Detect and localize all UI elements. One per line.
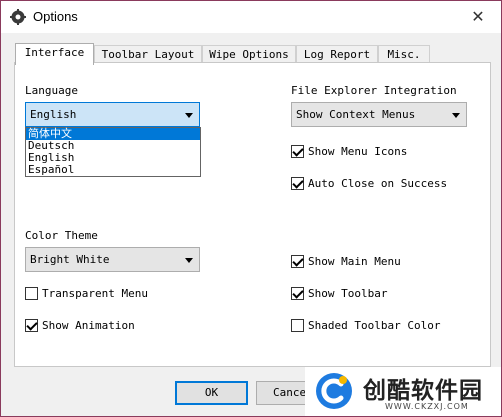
show-main-menu-checkbox[interactable]: Show Main Menu [291, 255, 401, 268]
shaded-toolbar-checkbox[interactable]: Shaded Toolbar Color [291, 319, 440, 332]
checkbox-box[interactable] [291, 319, 304, 332]
language-label: Language [25, 84, 78, 97]
checkbox-box[interactable] [291, 177, 304, 190]
shaded-toolbar-label: Shaded Toolbar Color [308, 319, 441, 332]
language-option[interactable]: Español [26, 164, 200, 176]
show-toolbar-checkbox[interactable]: Show Toolbar [291, 287, 387, 300]
window-title: Options [33, 9, 78, 24]
tab-interface[interactable]: Interface [15, 43, 94, 65]
chevron-down-icon [185, 258, 193, 263]
context-menu-value: Show Context Menus [296, 108, 416, 121]
watermark: 创酷软件园 WWW.CKZXJ.COM [305, 367, 501, 416]
ok-button[interactable]: OK [175, 381, 248, 405]
close-button[interactable]: ✕ [455, 1, 501, 33]
transparent-menu-checkbox[interactable]: Transparent Menu [25, 287, 148, 300]
watermark-brand: 创酷软件园 [363, 378, 483, 404]
watermark-url: WWW.CKZXJ.COM [385, 402, 469, 411]
auto-close-label: Auto Close on Success [308, 177, 448, 190]
checkbox-box[interactable] [25, 319, 38, 332]
context-menu-select[interactable]: Show Context Menus [291, 102, 467, 127]
show-animation-label: Show Animation [42, 319, 135, 332]
checkbox-box[interactable] [291, 287, 304, 300]
show-menu-icons-label: Show Menu Icons [308, 145, 408, 158]
checkbox-box[interactable] [25, 287, 38, 300]
checkbox-box[interactable] [291, 255, 304, 268]
chevron-down-icon [185, 113, 193, 118]
language-dropdown-list: 简体中文 Deutsch English Español [25, 127, 201, 177]
options-dialog: Options ✕ Interface Toolbar Layout Wipe … [0, 0, 502, 417]
color-theme-value: Bright White [30, 253, 110, 266]
show-main-menu-label: Show Main Menu [308, 255, 401, 268]
chevron-down-icon [452, 113, 460, 118]
title-bar: Options ✕ [1, 1, 501, 33]
color-theme-select[interactable]: Bright White [25, 247, 200, 272]
file-explorer-label: File Explorer Integration [291, 84, 457, 97]
transparent-menu-label: Transparent Menu [42, 287, 148, 300]
app-gear-icon [10, 9, 26, 25]
language-select[interactable]: English [25, 102, 200, 127]
close-icon: ✕ [471, 9, 485, 26]
checkbox-box[interactable] [291, 145, 304, 158]
color-theme-label: Color Theme [25, 229, 98, 242]
show-toolbar-label: Show Toolbar [308, 287, 388, 300]
show-animation-checkbox[interactable]: Show Animation [25, 319, 135, 332]
show-menu-icons-checkbox[interactable]: Show Menu Icons [291, 145, 407, 158]
auto-close-checkbox[interactable]: Auto Close on Success [291, 177, 447, 190]
brand-logo-icon [316, 373, 352, 409]
language-value: English [30, 108, 77, 121]
